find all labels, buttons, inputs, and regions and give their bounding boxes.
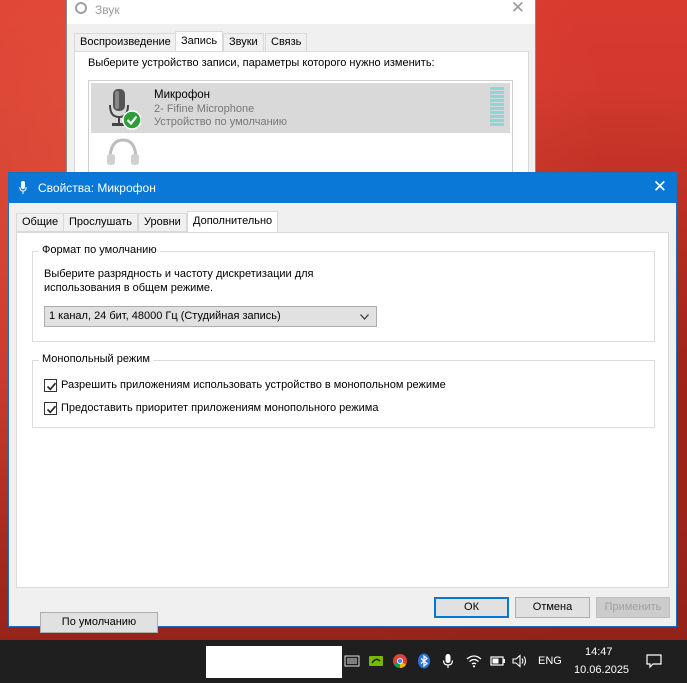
sound-window-title: Звук [95, 3, 120, 17]
device-description: 2- Fifine Microphone [154, 103, 255, 115]
language-indicator[interactable]: ENG [538, 655, 562, 667]
exclusive-priority-checkbox[interactable] [44, 402, 57, 415]
format-description: Выберите разрядность и частоту дискретиз… [44, 267, 314, 295]
microphone-icon[interactable] [440, 653, 456, 669]
level-meter [490, 87, 504, 129]
checkmark-icon [46, 382, 57, 391]
tab-communications[interactable]: Связь [265, 33, 308, 52]
format-description-line: Выберите разрядность и частоту дискретиз… [44, 268, 314, 280]
list-item-microphone[interactable]: Микрофон 2- Fifine Microphone Устройство… [91, 83, 510, 133]
default-format-group: Формат по умолчанию Выберите разрядность… [32, 244, 655, 342]
speaker-icon [75, 2, 87, 14]
sound-window-titlebar[interactable]: Звук ✕ [67, 0, 535, 24]
taskbar-search-box[interactable] [206, 646, 342, 678]
chrome-icon[interactable] [392, 653, 408, 669]
tab-general[interactable]: Общие [16, 213, 65, 232]
dialog-close-button[interactable]: ✕ [653, 177, 667, 197]
sound-window: Звук ✕ Воспроизведение Запись Звуки Связ… [66, 0, 536, 190]
device-name: Микрофон [154, 89, 211, 101]
clock-time[interactable]: 14:47 [585, 646, 613, 658]
cancel-button[interactable]: Отмена [515, 597, 590, 618]
clock-date[interactable]: 10.06.2025 [574, 664, 629, 676]
microphone-icon [109, 89, 141, 130]
group-title: Формат по умолчанию [39, 244, 160, 256]
apply-button[interactable]: Применить [596, 597, 670, 618]
green-check-icon [122, 110, 141, 130]
format-description-line: использования в общем режиме. [44, 282, 214, 294]
battery-icon[interactable] [490, 653, 506, 669]
chevron-down-icon [360, 314, 369, 320]
keyboard-icon[interactable] [344, 653, 360, 669]
allow-exclusive-checkbox[interactable] [44, 379, 57, 392]
dialog-titlebar[interactable]: Свойства: Микрофон ✕ [9, 173, 676, 203]
bluetooth-icon[interactable] [416, 653, 432, 669]
nvidia-icon[interactable] [368, 653, 384, 669]
volume-icon[interactable] [512, 653, 528, 669]
dialog-title: Свойства: Микрофон [38, 181, 156, 195]
restore-defaults-button[interactable]: По умолчанию [40, 612, 158, 633]
tab-levels[interactable]: Уровни [138, 213, 187, 232]
format-dropdown[interactable]: 1 канал, 24 бит, 48000 Гц (Студийная зап… [44, 306, 377, 327]
ok-button[interactable]: ОК [434, 597, 509, 618]
tab-advanced[interactable]: Дополнительно [187, 211, 279, 233]
checkmark-icon [46, 405, 57, 414]
headset-icon [107, 138, 139, 165]
tab-playback[interactable]: Воспроизведение [74, 33, 177, 52]
format-dropdown-value: 1 канал, 24 бит, 48000 Гц (Студийная зап… [49, 310, 281, 322]
taskbar: ENG 14:47 10.06.2025 [0, 640, 687, 683]
action-center-icon[interactable] [646, 653, 662, 669]
allow-exclusive-label[interactable]: Разрешить приложениям использовать устро… [61, 379, 446, 391]
exclusive-priority-label[interactable]: Предоставить приоритет приложениям моноп… [61, 402, 378, 414]
device-status: Устройство по умолчанию [154, 116, 288, 128]
tab-recording[interactable]: Запись [175, 31, 224, 53]
sound-window-close-button[interactable]: ✕ [511, 0, 525, 18]
wifi-icon[interactable] [466, 653, 482, 669]
recording-prompt: Выберите устройство записи, параметры ко… [88, 57, 435, 69]
group-title: Монопольный режим [39, 353, 153, 365]
exclusive-mode-group: Монопольный режим Разрешить приложениям … [32, 353, 655, 428]
properties-dialog: Свойства: Микрофон ✕ Общие Прослушать Ур… [8, 172, 677, 633]
tab-listen[interactable]: Прослушать [63, 213, 139, 232]
tab-sounds[interactable]: Звуки [223, 33, 264, 52]
advanced-panel: Формат по умолчанию Выберите разрядность… [16, 232, 669, 633]
microphone-icon [19, 181, 27, 194]
recording-panel: Выберите устройство записи, параметры ко… [74, 51, 529, 190]
